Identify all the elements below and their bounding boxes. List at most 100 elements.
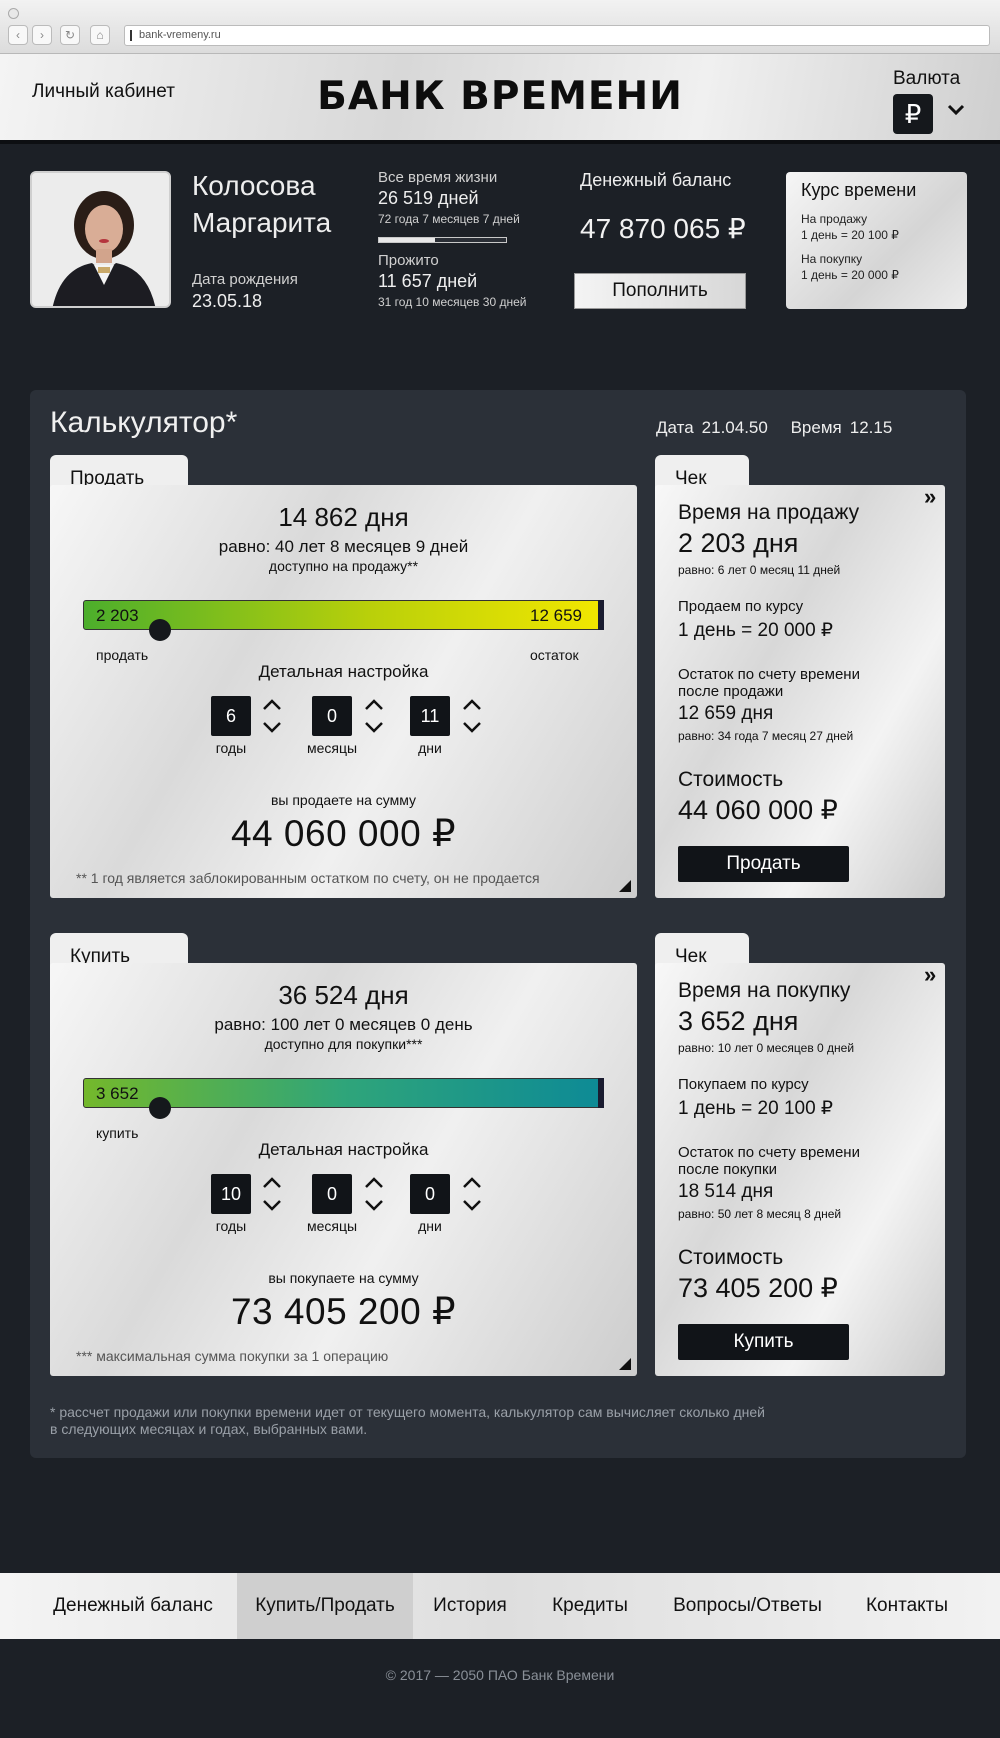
expand-icon[interactable]: » — [924, 484, 936, 510]
sell-button[interactable]: Продать — [678, 846, 849, 882]
sell-unit-years: годы — [215, 740, 247, 756]
expand-icon[interactable]: » — [924, 962, 936, 988]
buy-months-value[interactable]: 0 — [312, 1174, 352, 1214]
stepper-arrows-icon[interactable] — [261, 1174, 283, 1214]
buy-equals: равно: 100 лет 0 месяцев 0 день — [214, 1015, 473, 1034]
sell-days-stepper[interactable] — [461, 696, 483, 736]
stepper-arrows-icon[interactable] — [363, 696, 385, 736]
sell-sum-value: 44 060 000 ₽ — [230, 813, 456, 854]
forward-icon[interactable]: › — [32, 25, 52, 45]
buy-check-days: 3 652 дня — [678, 1006, 799, 1036]
sell-check-days: 2 203 дня — [678, 528, 799, 558]
stepper-arrows-icon[interactable] — [261, 696, 283, 736]
home-icon[interactable]: ⌂ — [90, 25, 110, 45]
lived-detail: 31 год 10 месяцев 30 дней — [378, 295, 527, 309]
rate-title: Курс времени — [801, 180, 917, 200]
buy-days-value[interactable]: 0 — [410, 1174, 450, 1214]
bank-logo[interactable]: БАНК ВРЕМЕНИ — [0, 74, 1000, 119]
nav-item-contacts[interactable]: Контакты — [852, 1573, 962, 1639]
sell-check-cost-value: 44 060 000 ₽ — [678, 795, 838, 825]
buy-years-stepper[interactable] — [261, 1174, 283, 1214]
sell-check-remainder-label: Остаток по счету времени — [678, 666, 860, 683]
buy-days-stepper[interactable] — [461, 1174, 483, 1214]
sell-days-value[interactable]: 11 — [410, 696, 450, 736]
sell-months-stepper[interactable] — [363, 696, 385, 736]
sell-check-remainder-value: 12 659 дня — [678, 703, 774, 724]
browser-chrome: ‹ › ↻ ⌂ bank-vremeny.ru — [0, 0, 1000, 54]
sell-label-right: остаток — [530, 647, 579, 663]
sell-detail-title: Детальная настройка — [258, 662, 429, 681]
calculator-disclaimer: * рассчет продажи или покупки времени ид… — [50, 1404, 765, 1438]
buy-check-cost-value: 73 405 200 ₽ — [678, 1273, 838, 1303]
sell-sum-label: вы продаете на сумму — [270, 792, 417, 808]
copyright: © 2017 — 2050 ПАО Банк Времени — [385, 1667, 615, 1683]
stepper-arrows-icon[interactable] — [461, 696, 483, 736]
profile-surname: Колосова — [192, 170, 316, 201]
sell-slider-handle[interactable] — [149, 619, 172, 641]
close-window-icon[interactable] — [8, 8, 19, 19]
nav-item-credits[interactable]: Кредиты — [540, 1573, 640, 1639]
rate-sell-label: На продажу — [801, 212, 868, 226]
buy-check-cost-label: Стоимость — [678, 1246, 784, 1269]
sell-slider-end — [598, 600, 604, 630]
buy-check-rate-value: 1 день = 20 100 ₽ — [678, 1098, 834, 1119]
buy-months-stepper[interactable] — [363, 1174, 385, 1214]
sell-footnote: ** 1 год является заблокированным остатк… — [76, 870, 540, 886]
chevron-down-icon[interactable] — [946, 100, 966, 123]
nav-item-money-balance[interactable]: Денежный баланс — [40, 1573, 226, 1639]
topup-button[interactable]: Пополнить — [574, 273, 746, 309]
buy-detail-title: Детальная настройка — [258, 1140, 429, 1159]
time-label: Время — [790, 418, 842, 437]
sell-check-equals: равно: 6 лет 0 месяц 11 дней — [678, 563, 841, 577]
buy-check-rate-label: Покупаем по курсу — [678, 1076, 809, 1093]
sell-months-value[interactable]: 0 — [312, 696, 352, 736]
text-cursor — [130, 30, 132, 41]
back-icon[interactable]: ‹ — [8, 25, 28, 45]
buy-button[interactable]: Купить — [678, 1324, 849, 1360]
buy-sum-value: 73 405 200 ₽ — [230, 1291, 456, 1332]
balance-label: Денежный баланс — [580, 170, 732, 190]
resize-corner-icon[interactable] — [619, 880, 631, 892]
buy-sum-label: вы покупаете на сумму — [268, 1270, 419, 1286]
disclaimer-line-1: * рассчет продажи или покупки времени ид… — [50, 1404, 765, 1420]
sell-years-value[interactable]: 6 — [211, 696, 251, 736]
sell-unit-days: дни — [418, 740, 442, 756]
stepper-arrows-icon[interactable] — [461, 1174, 483, 1214]
date-label: Дата — [656, 418, 694, 437]
nav-item-history[interactable]: История — [420, 1573, 520, 1639]
sell-check-remainder-equals: равно: 34 года 7 месяц 27 дней — [678, 729, 854, 743]
nav-item-buy-sell[interactable]: Купить/Продать — [237, 1573, 413, 1639]
buy-check-remainder-label-2: после покупки — [678, 1161, 777, 1178]
lived-progress-fill — [379, 238, 435, 242]
buy-unit-days: дни — [418, 1218, 442, 1234]
lived-label: Прожито — [378, 252, 439, 269]
buy-available: доступно для покупки*** — [264, 1036, 423, 1052]
sell-slider-left-value: 2 203 — [96, 606, 139, 625]
sell-check-cost-label: Стоимость — [678, 768, 784, 791]
sell-check-title: Время на продажу — [678, 501, 860, 524]
buy-slider-left-value: 3 652 — [96, 1084, 139, 1103]
sell-unit-months: месяцы — [306, 740, 358, 756]
buy-slider-end — [598, 1078, 604, 1108]
address-bar[interactable]: bank-vremeny.ru — [124, 25, 990, 46]
stepper-arrows-icon[interactable] — [363, 1174, 385, 1214]
calculator-datetime: Дата 21.04.50 Время 12.15 — [656, 418, 910, 438]
rate-buy-label: На покупку — [801, 252, 863, 266]
buy-check-remainder-label: Остаток по счету времени — [678, 1144, 860, 1161]
sell-years-stepper[interactable] — [261, 696, 283, 736]
buy-check-equals: равно: 10 лет 0 месяцев 0 дней — [678, 1041, 855, 1055]
reload-icon[interactable]: ↻ — [60, 25, 80, 45]
resize-corner-icon[interactable] — [619, 1358, 631, 1370]
sell-slider-right-value: 12 659 — [530, 606, 582, 625]
buy-years-value[interactable]: 10 — [211, 1174, 251, 1214]
calculator-title: Калькулятор* — [50, 406, 238, 439]
buy-slider-handle[interactable] — [149, 1097, 172, 1119]
avatar-portrait — [32, 173, 169, 306]
sell-days-total: 14 862 дня — [278, 502, 409, 532]
nav-item-faq[interactable]: Вопросы/Ответы — [665, 1573, 830, 1639]
sell-check-rate-label: Продаем по курсу — [678, 598, 804, 615]
buy-unit-months: месяцы — [306, 1218, 358, 1234]
sell-available: доступно на продажу** — [268, 558, 419, 574]
buy-check-remainder-value: 18 514 дня — [678, 1181, 774, 1202]
currency-selector[interactable]: ₽ — [893, 94, 933, 134]
